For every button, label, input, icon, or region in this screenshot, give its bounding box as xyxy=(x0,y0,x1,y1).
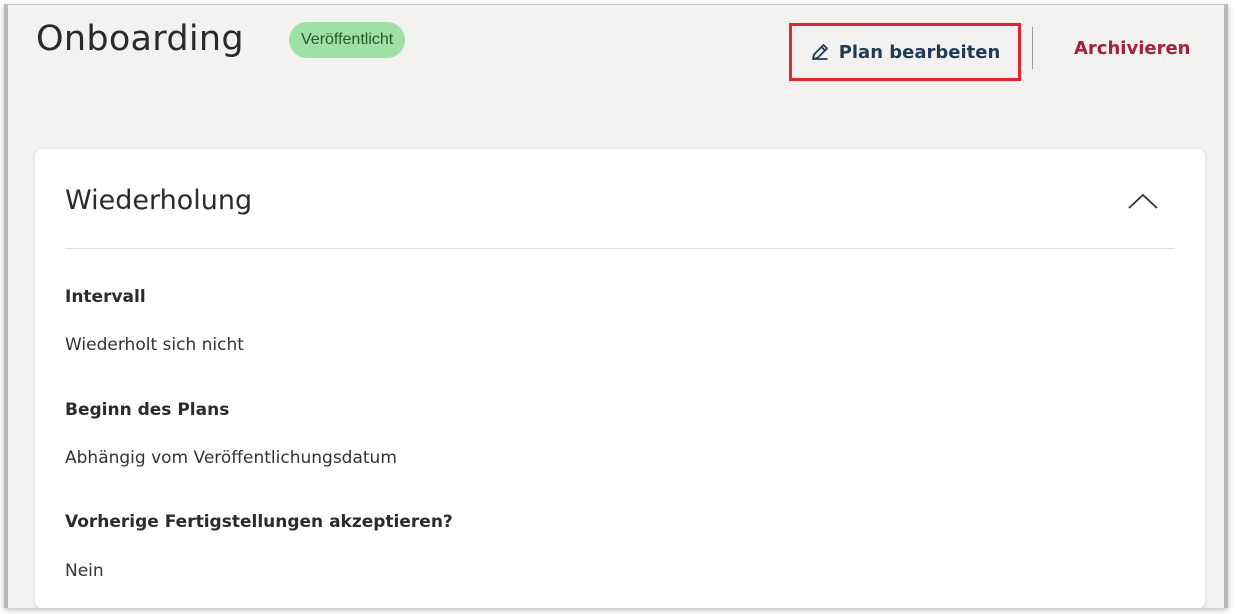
section-title: Wiederholung xyxy=(65,185,253,216)
chevron-up-icon xyxy=(1123,193,1163,219)
recurrence-card: Wiederholung Intervall Wiederholt sich n… xyxy=(35,149,1205,608)
status-badge: Veröffentlicht xyxy=(289,22,406,58)
edit-plan-label: Plan bearbeiten xyxy=(838,41,1001,63)
page-header: Onboarding Veröffentlicht Plan bearbeite… xyxy=(8,5,1224,105)
field-label-interval: Intervall xyxy=(65,287,146,307)
header-divider xyxy=(1032,27,1033,69)
page-title: Onboarding xyxy=(36,19,244,59)
field-value-start: Abhängig vom Veröffentlichungsdatum xyxy=(65,448,397,468)
app-window: Onboarding Veröffentlicht Plan bearbeite… xyxy=(4,4,1228,608)
edit-plan-button[interactable]: Plan bearbeiten xyxy=(789,23,1021,81)
section-divider xyxy=(65,248,1175,249)
field-value-prior-completions: Nein xyxy=(65,561,104,581)
field-label-prior-completions: Vorherige Fertigstellungen akzeptieren? xyxy=(65,512,453,532)
archive-button[interactable]: Archivieren xyxy=(1074,38,1190,59)
field-value-interval: Wiederholt sich nicht xyxy=(65,335,244,355)
field-label-start: Beginn des Plans xyxy=(65,400,230,420)
collapse-toggle[interactable] xyxy=(1123,185,1163,215)
pencil-edit-icon xyxy=(810,42,830,62)
